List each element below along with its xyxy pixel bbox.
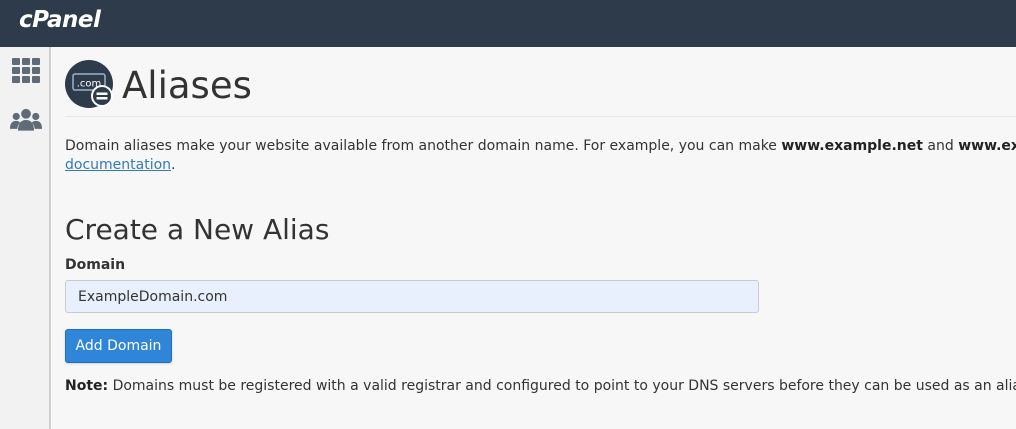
domain-input[interactable] — [65, 280, 759, 313]
example-domain-org: www.example.org — [958, 138, 1016, 154]
users-icon[interactable] — [10, 104, 42, 136]
documentation-link[interactable]: documentation — [65, 157, 171, 173]
domain-label: Domain — [65, 257, 126, 273]
section-title: Create a New Alias — [65, 213, 330, 246]
description-period: . — [171, 157, 176, 173]
note-body: Domains must be registered with a valid … — [108, 378, 1016, 394]
page-description: Domain aliases make your website availab… — [65, 137, 1016, 175]
description-and: and — [922, 138, 959, 154]
domain-alias-icon: .com — [65, 60, 113, 108]
example-domain-net: www.example.net — [781, 138, 923, 154]
main-content: .com Aliases Domain aliases make your we… — [51, 47, 1016, 429]
sidebar — [0, 47, 51, 429]
top-navbar: cPanel — [0, 0, 1016, 47]
note-text: Note: Domains must be registered with a … — [65, 378, 1016, 394]
title-divider — [65, 116, 1016, 117]
page-title: Aliases — [122, 64, 252, 107]
description-text: Domain aliases make your website availab… — [65, 138, 782, 154]
grid-icon[interactable] — [10, 56, 42, 86]
cpanel-logo[interactable]: cPanel — [19, 7, 101, 33]
add-domain-button[interactable]: Add Domain — [65, 329, 172, 363]
note-label: Note: — [65, 378, 109, 394]
